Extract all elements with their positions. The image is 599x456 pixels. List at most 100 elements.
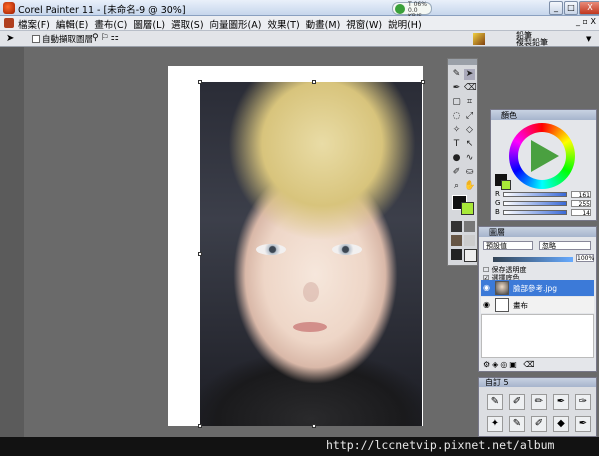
transform-tool-icon[interactable]: ⤢ (464, 111, 475, 122)
maximize-button[interactable]: □ (564, 1, 578, 15)
window-controls: _ □ X (548, 1, 599, 15)
brush-preset-icon[interactable]: ✒ (553, 394, 569, 410)
layer-adjuster-tool-icon[interactable]: ➤ (464, 69, 475, 80)
grabber-hand-icon[interactable]: ✋ (464, 181, 475, 192)
menu-movie[interactable]: 動畫(M) (306, 20, 341, 31)
red-slider[interactable] (503, 192, 567, 197)
selection-handle[interactable] (198, 424, 202, 428)
eraser-tool-icon[interactable]: ⌫ (464, 83, 477, 94)
brush-preset-icon[interactable]: ✑ (575, 394, 591, 410)
magic-wand-icon[interactable]: ✧ (451, 125, 462, 136)
close-button[interactable]: X (579, 1, 599, 15)
brush-variant[interactable]: 複製鉛筆 (516, 37, 548, 48)
brush-preset-icon[interactable]: ✐ (531, 416, 547, 432)
weaving-selector-icon[interactable] (464, 235, 475, 246)
green-value[interactable]: 255 (571, 200, 591, 208)
brush-tool-icon[interactable]: ✎ (451, 69, 462, 80)
layers-panel: 圖層 預設值 忽略 100% ☐ 保存透明度 ☑ 選擇底色 ◉ 臉部參考.jpg… (478, 226, 597, 372)
blue-slider[interactable] (503, 210, 567, 215)
opacity-slider[interactable] (493, 257, 573, 262)
photo-lips (293, 322, 327, 332)
dropper-tool-icon[interactable]: ✐ (451, 167, 462, 178)
selection-handle[interactable] (312, 424, 316, 428)
selection-handle[interactable] (312, 80, 316, 84)
brush-preset-icon[interactable]: ✐ (509, 394, 525, 410)
saturation-value-triangle[interactable] (531, 140, 559, 172)
layer-adjuster-icon[interactable]: ➤ (6, 33, 14, 44)
menu-help[interactable]: 說明(H) (388, 20, 422, 31)
direct-select-icon[interactable]: ↖ (464, 139, 475, 150)
align-tools-icons[interactable]: ⚲⚐⚏ (92, 33, 121, 43)
additional-color-swatch[interactable] (461, 202, 474, 215)
auto-select-layer-label: 自動擷取圖層 (42, 35, 94, 45)
bezier-tool-icon[interactable]: ∿ (464, 153, 475, 164)
shape-select-icon[interactable]: ◇ (464, 125, 475, 136)
brush-preset-icon[interactable]: ✎ (509, 416, 525, 432)
menu-canvas[interactable]: 畫布(C) (94, 20, 127, 31)
text-tool-icon[interactable]: T (451, 139, 462, 150)
menu-effects[interactable]: 效果(T) (267, 20, 299, 31)
visibility-eye-icon[interactable]: ◉ (483, 283, 490, 292)
look-selector-icon[interactable] (464, 249, 477, 262)
nozzle-selector-icon[interactable] (451, 249, 462, 260)
window-title: Corel Painter 11 - [未命名-9 @ 30%] (18, 5, 186, 16)
gradient-selector-icon[interactable] (464, 221, 475, 232)
brush-preset-icon[interactable]: ◆ (553, 416, 569, 432)
document-icon[interactable] (4, 18, 14, 28)
brush-preset-icon[interactable]: ✦ (487, 416, 503, 432)
layer-row[interactable]: ◉ 臉部參考.jpg (481, 280, 594, 296)
additional-color-chip[interactable] (501, 180, 511, 190)
selection-handle[interactable] (421, 80, 425, 84)
property-bar: ➤ 自動擷取圖層 ⚲⚐⚏ 鉛筆 複製鉛筆 ▼ (0, 31, 599, 47)
slider-label-r: R (495, 190, 500, 198)
reference-photo-layer[interactable] (200, 82, 422, 426)
oval-tool-icon[interactable]: ● (451, 153, 462, 164)
auto-select-layer-checkbox[interactable] (32, 35, 40, 43)
menu-layers[interactable]: 圖層(L) (133, 20, 165, 31)
magnifier-icon[interactable]: ⌕ (451, 181, 462, 192)
layer-command-buttons[interactable]: ⚙◈◎▣ ⌫ (483, 360, 537, 369)
composite-method-select[interactable]: 忽略 (539, 241, 591, 250)
watermark-strip: http://lccnetvip.pixnet.net/album (0, 437, 599, 456)
slider-label-b: B (495, 208, 500, 216)
lasso-tool-icon[interactable]: ◌ (451, 111, 462, 122)
minimize-button[interactable]: _ (549, 1, 563, 15)
green-slider[interactable] (503, 201, 567, 206)
menu-items: 檔案(F) 編輯(E) 畫布(C) 圖層(L) 選取(S) 向量圖形(A) 效果(T) 動畫(… (18, 17, 428, 31)
workspace-left-gutter (0, 47, 24, 437)
menu-select[interactable]: 選取(S) (171, 20, 203, 31)
menu-file[interactable]: 檔案(F) (18, 20, 50, 31)
brush-preset-icon[interactable]: ✏ (531, 394, 547, 410)
watermark-url: http://lccnetvip.pixnet.net/album (326, 438, 555, 452)
rect-select-icon[interactable]: ▢ (451, 97, 462, 108)
opacity-value[interactable]: 100% (576, 254, 594, 262)
chevron-down-icon[interactable]: ▼ (586, 35, 591, 43)
layer-name: 畫布 (513, 301, 528, 310)
pen-tool-icon[interactable]: ✒ (451, 83, 462, 94)
document-window-controls[interactable]: _ ▫ X (576, 17, 596, 26)
paint-bucket-icon[interactable]: ⛀ (464, 167, 475, 178)
pattern-selector-icon[interactable] (451, 235, 462, 246)
menu-window[interactable]: 視窗(W) (346, 20, 382, 31)
blue-value[interactable]: 14 (571, 209, 591, 217)
menu-shapes[interactable]: 向量圖形(A) (210, 20, 262, 31)
selection-handle[interactable] (198, 80, 202, 84)
pencil-brush-icon[interactable] (473, 33, 485, 45)
blend-mode-select[interactable]: 預設值 (483, 241, 533, 250)
paper-selector-icon[interactable] (451, 221, 462, 232)
selection-handle[interactable] (198, 252, 202, 256)
menu-edit[interactable]: 編輯(E) (56, 20, 88, 31)
brush-preset-icon[interactable]: ✎ (487, 394, 503, 410)
visibility-eye-icon[interactable]: ◉ (483, 300, 490, 309)
toolbox-titlebar[interactable] (448, 59, 477, 65)
brush-selector-bar[interactable]: 鉛筆 複製鉛筆 ▼ (470, 31, 599, 47)
app-icon (3, 2, 15, 14)
custom-palette-title: 自訂 5 (485, 378, 509, 387)
brush-preset-icon[interactable]: ✒ (575, 416, 591, 432)
toolbox: ✎ ➤ ✒ ⌫ ▢ ⌗ ◌ ⤢ ✧ ◇ T ↖ ● ∿ ✐ ⛀ ⌕ ✋ (447, 58, 478, 266)
hue-ring[interactable] (509, 123, 575, 189)
network-tray-widget[interactable]: T 06% 0.0 KB/S (392, 2, 432, 20)
red-value[interactable]: 161 (571, 191, 591, 199)
crop-tool-icon[interactable]: ⌗ (464, 97, 475, 108)
layer-row[interactable]: ◉ 畫布 (481, 297, 594, 313)
